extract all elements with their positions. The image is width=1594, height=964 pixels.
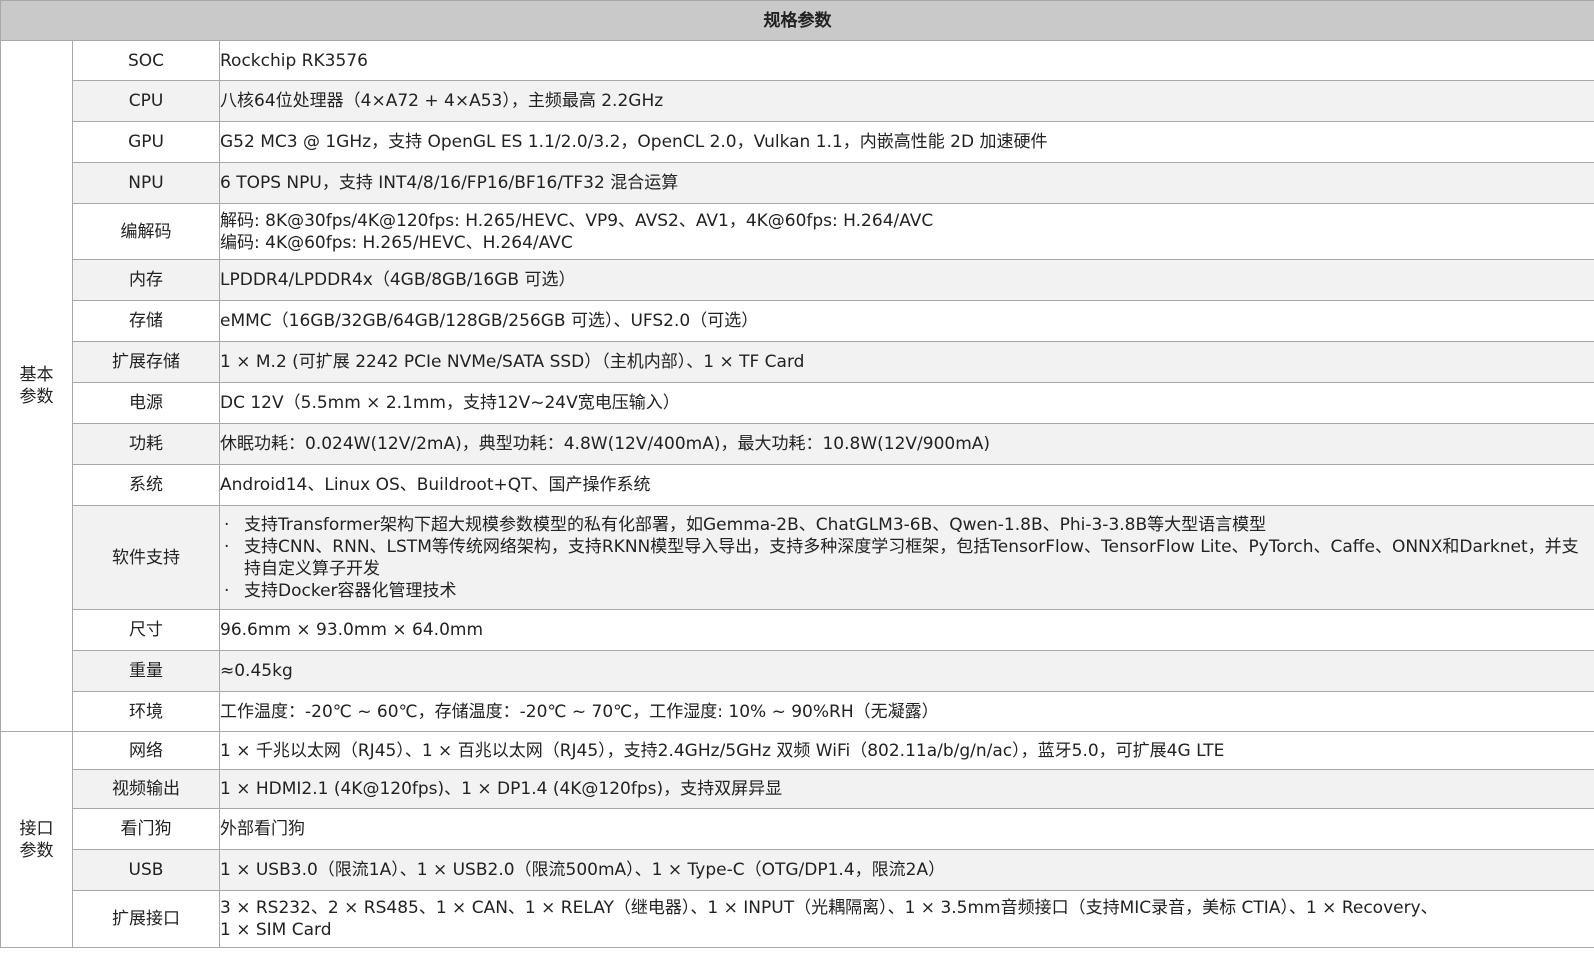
spec-value-line: G52 MC3 @ 1GHz，支持 OpenGL ES 1.1/2.0/3.2，… [220, 132, 1048, 152]
spec-value-line: Rockchip RK3576 [220, 50, 368, 71]
spec-label: USB [72, 849, 220, 891]
spec-value: Rockchip RK3576 [219, 40, 1594, 81]
spec-value: 1 × HDMI2.1 (4K@120fps)、1 × DP1.4 (4K@12… [219, 769, 1594, 809]
spec-label: CPU [72, 80, 220, 122]
table-row: 视频输出 1 × HDMI2.1 (4K@120fps)、1 × DP1.4 (4… [1, 769, 1594, 809]
table-row: CPU 八核64位处理器（4×A72 + 4×A53），主频最高 2.2GHz [1, 80, 1594, 122]
spec-label: 软件支持 [72, 505, 220, 610]
spec-value: Android14、Linux OS、Buildroot+QT、国产操作系统 [219, 464, 1594, 506]
bullet-item: 支持Docker容器化管理技术 [220, 580, 1594, 602]
table-row: 软件支持支持Transformer架构下超大规模参数模型的私有化部署，如Gemm… [1, 505, 1594, 610]
spec-body: 基本参数 SOC Rockchip RK3576 CPU 八核64位处理器（4×A72 … [0, 40, 1594, 948]
spec-value: 3 × RS232、2 × RS485、1 × CAN、1 × RELAY（继电… [219, 890, 1594, 948]
spec-value: 解码: 8K@30fps/4K@120fps: H.265/HEVC、VP9、A… [219, 203, 1594, 260]
table-row: 内存 LPDDR4/LPDDR4x（4GB/8GB/16GB 可选） [1, 259, 1594, 301]
table-row: 基本参数 SOC Rockchip RK3576 [0, 40, 1594, 732]
spec-label: 尺寸 [72, 609, 220, 651]
spec-value: G52 MC3 @ 1GHz，支持 OpenGL ES 1.1/2.0/3.2，… [219, 121, 1594, 163]
spec-label: 网络 [72, 731, 220, 770]
table-row: 编解码 解码: 8K@30fps/4K@120fps: H.265/HEVC、VP… [1, 203, 1594, 260]
spec-value-line: 1 × HDMI2.1 (4K@120fps)、1 × DP1.4 (4K@12… [220, 779, 783, 799]
section-label: 基本参数 [0, 40, 73, 732]
spec-value: 1 × 千兆以太网（RJ45）、1 × 百兆以太网（RJ45），支持2.4GHz… [219, 731, 1594, 770]
spec-value: 1 × USB3.0（限流1A）、1 × USB2.0（限流500mA）、1 ×… [219, 849, 1594, 891]
spec-value-line: 96.6mm × 93.0mm × 64.0mm [220, 620, 484, 640]
spec-value: 八核64位处理器（4×A72 + 4×A53），主频最高 2.2GHz [219, 80, 1594, 122]
spec-label: 重量 [72, 650, 220, 692]
spec-label: 内存 [72, 259, 220, 301]
spec-label: 编解码 [72, 203, 220, 260]
spec-label: NPU [72, 162, 220, 204]
spec-value-line: 1 × SIM Card [220, 920, 332, 940]
spec-label: 视频输出 [72, 769, 220, 809]
section-label: 接口参数 [0, 731, 73, 948]
table-row: GPU G52 MC3 @ 1GHz，支持 OpenGL ES 1.1/2.0/3… [1, 121, 1594, 163]
table-row: 电源 DC 12V（5.5mm × 2.1mm，支持12V~24V宽电压输入） [1, 382, 1594, 424]
spec-value-line: 1 × 千兆以太网（RJ45）、1 × 百兆以太网（RJ45），支持2.4GHz… [220, 740, 1225, 761]
table-row: 尺寸 96.6mm × 93.0mm × 64.0mm [1, 609, 1594, 651]
spec-value: 外部看门狗 [219, 808, 1594, 850]
spec-label: 电源 [72, 382, 220, 424]
spec-value: LPDDR4/LPDDR4x（4GB/8GB/16GB 可选） [219, 259, 1594, 301]
spec-value-line: 1 × USB3.0（限流1A）、1 × USB2.0（限流500mA）、1 ×… [220, 860, 946, 880]
spec-value: 1 × M.2 (可扩展 2242 PCIe NVMe/SATA SSD）（主机… [219, 341, 1594, 383]
spec-value-line: 解码: 8K@30fps/4K@120fps: H.265/HEVC、VP9、A… [220, 210, 934, 231]
spec-value-line: 八核64位处理器（4×A72 + 4×A53），主频最高 2.2GHz [220, 91, 664, 111]
spec-label: 存储 [72, 300, 220, 342]
spec-value: 工作温度：-20℃ ~ 60℃，存储温度：-20℃ ~ 70℃，工作湿度: 10… [219, 691, 1594, 732]
spec-value-line: 3 × RS232、2 × RS485、1 × CAN、1 × RELAY（继电… [220, 898, 1438, 918]
spec-label: 功耗 [72, 423, 220, 465]
spec-value: 休眠功耗：0.024W(12V/2mA)，典型功耗：4.8W(12V/400mA… [219, 423, 1594, 465]
table-row: 系统 Android14、Linux OS、Buildroot+QT、国产操作系统 [1, 464, 1594, 506]
spec-label: GPU [72, 121, 220, 163]
spec-label: 扩展存储 [72, 341, 220, 383]
table-title: 规格参数 [0, 0, 1594, 41]
table-row: USB 1 × USB3.0（限流1A）、1 × USB2.0（限流500mA）、… [1, 849, 1594, 891]
spec-label: 看门狗 [72, 808, 220, 850]
table-row: 接口参数 网络 1 × 千兆以太网（RJ45）、1 × 百兆以太网（RJ45），支持… [0, 731, 1594, 948]
spec-value-line: LPDDR4/LPDDR4x（4GB/8GB/16GB 可选） [220, 270, 576, 290]
table-row: 扩展存储 1 × M.2 (可扩展 2242 PCIe NVMe/SATA SSD… [1, 341, 1594, 383]
spec-value: ≈0.45kg [219, 650, 1594, 692]
spec-value: 96.6mm × 93.0mm × 64.0mm [219, 609, 1594, 651]
table-row: 功耗 休眠功耗：0.024W(12V/2mA)，典型功耗：4.8W(12V/400… [1, 423, 1594, 465]
section-label-text: 接口参数 [19, 818, 54, 861]
table-row: NPU 6 TOPS NPU，支持 INT4/8/16/FP16/BF16/TF3… [1, 162, 1594, 204]
section-label-text: 基本参数 [19, 365, 54, 407]
spec-value-line: 外部看门狗 [220, 819, 305, 839]
spec-table: 规格参数 基本参数 SOC Rockchip RK3576 CPU 八核64位处理器（4… [0, 0, 1594, 948]
spec-value-line: 休眠功耗：0.024W(12V/2mA)，典型功耗：4.8W(12V/400mA… [220, 434, 991, 454]
spec-value: DC 12V（5.5mm × 2.1mm，支持12V~24V宽电压输入） [219, 382, 1594, 424]
spec-value: 支持Transformer架构下超大规模参数模型的私有化部署，如Gemma-2B… [219, 505, 1594, 610]
spec-value-line: 1 × M.2 (可扩展 2242 PCIe NVMe/SATA SSD）（主机… [220, 352, 805, 372]
spec-value-line: eMMC（16GB/32GB/64GB/128GB/256GB 可选）、UFS2… [220, 311, 759, 331]
bullet-item: 支持Transformer架构下超大规模参数模型的私有化部署，如Gemma-2B… [220, 514, 1594, 536]
spec-label: 环境 [72, 691, 220, 732]
table-row: 看门狗 外部看门狗 [1, 808, 1594, 850]
spec-value-line: ≈0.45kg [220, 661, 293, 681]
title-row: 规格参数 [0, 0, 1594, 41]
spec-value-line: 工作温度：-20℃ ~ 60℃，存储温度：-20℃ ~ 70℃，工作湿度: 10… [220, 701, 939, 722]
spec-value-line: 6 TOPS NPU，支持 INT4/8/16/FP16/BF16/TF32 混… [220, 173, 679, 193]
table-row: 存储 eMMC（16GB/32GB/64GB/128GB/256GB 可选）、UF… [1, 300, 1594, 342]
spec-label: 系统 [72, 464, 220, 506]
table-row: 重量 ≈0.45kg [1, 650, 1594, 692]
spec-label: 扩展接口 [72, 890, 220, 948]
table-row: 扩展接口 3 × RS232、2 × RS485、1 × CAN、1 × RELA… [1, 890, 1594, 948]
bullet-item: 支持CNN、RNN、LSTM等传统网络架构，支持RKNN模型导入导出，支持多种深… [220, 536, 1594, 580]
bullet-list: 支持Transformer架构下超大规模参数模型的私有化部署，如Gemma-2B… [220, 514, 1594, 602]
spec-value: eMMC（16GB/32GB/64GB/128GB/256GB 可选）、UFS2… [219, 300, 1594, 342]
spec-value: 6 TOPS NPU，支持 INT4/8/16/FP16/BF16/TF32 混… [219, 162, 1594, 204]
spec-value-line: DC 12V（5.5mm × 2.1mm，支持12V~24V宽电压输入） [220, 393, 680, 413]
spec-label: SOC [72, 40, 220, 81]
spec-value-line: 编码: 4K@60fps: H.265/HEVC、H.264/AVC [220, 232, 573, 253]
spec-value-line: Android14、Linux OS、Buildroot+QT、国产操作系统 [220, 475, 651, 495]
table-row: 环境 工作温度：-20℃ ~ 60℃，存储温度：-20℃ ~ 70℃，工作湿度: … [1, 691, 1594, 732]
